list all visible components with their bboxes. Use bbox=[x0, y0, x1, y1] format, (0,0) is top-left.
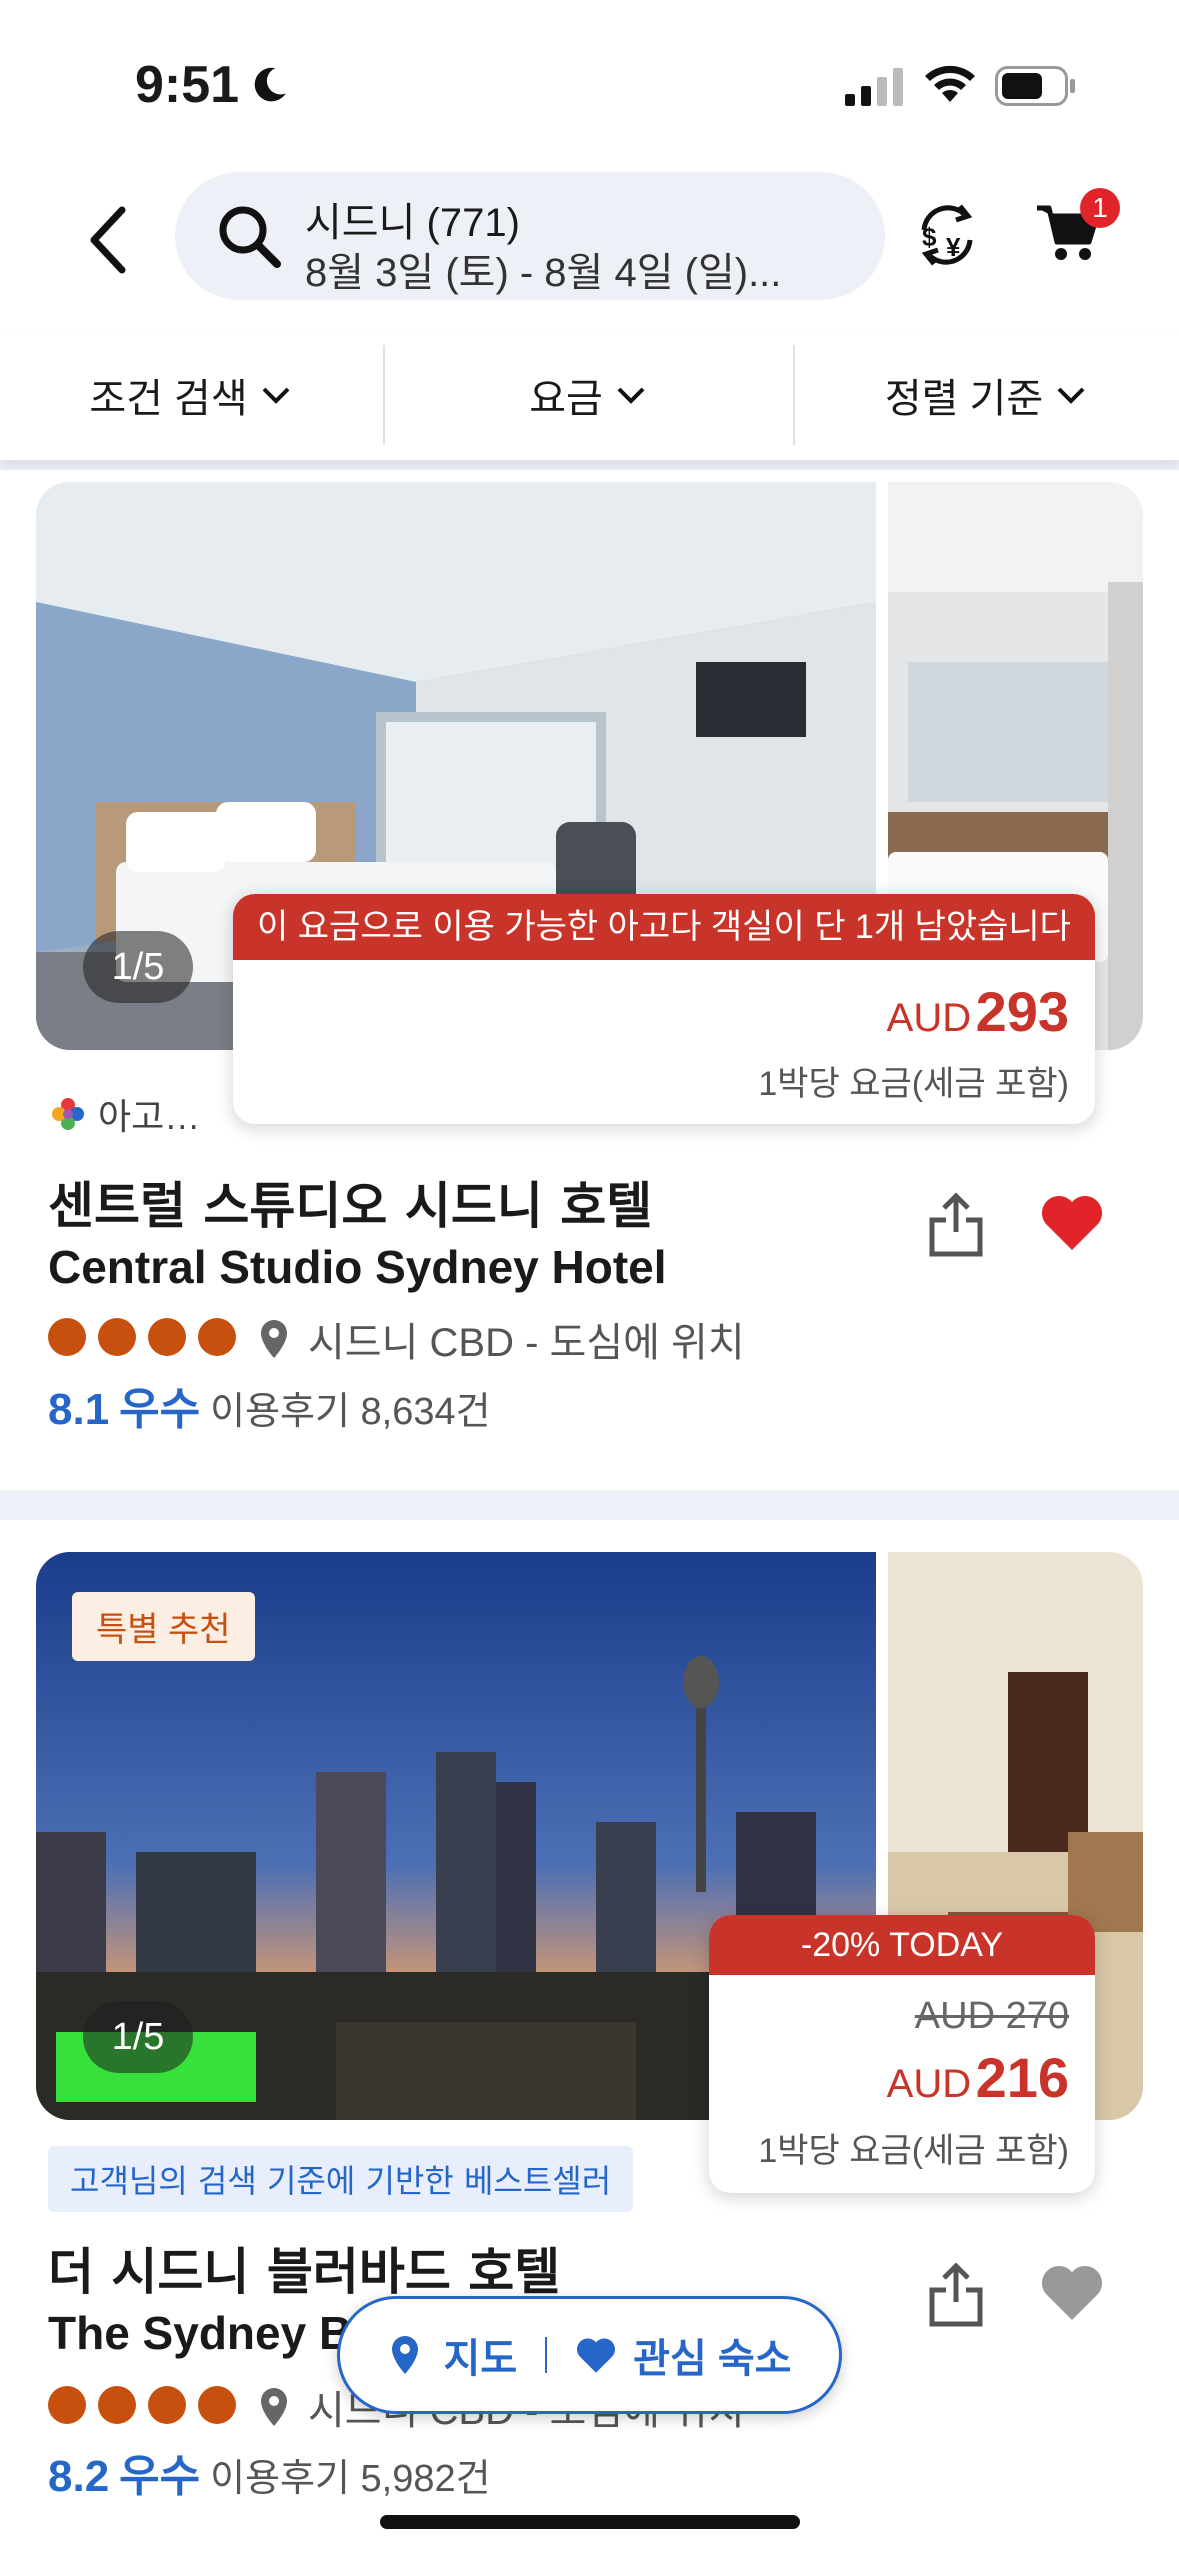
discount-banner: -20% TODAY bbox=[709, 1915, 1095, 1975]
star-icon bbox=[148, 1318, 186, 1356]
chevron-down-icon bbox=[617, 387, 645, 404]
review-score: 8.2 bbox=[48, 2452, 110, 2501]
search-header: 시드니 (771) 8월 3일 (토) - 8월 4일 (일)... $ ¥ 1 bbox=[0, 150, 1179, 330]
per-night-note: 1박당 요금(세금 포함) bbox=[758, 1065, 1069, 1103]
review-rating[interactable]: 8.2 우수 이용후기 5,982건 bbox=[48, 2440, 491, 2504]
source-label: 아고… bbox=[48, 1088, 200, 1140]
star-rating bbox=[48, 2386, 236, 2424]
hotel-card[interactable]: 1/5 이 요금으로 이용 가능한 아고다 객실이 단 1개 남았습니다 AUD… bbox=[0, 470, 1179, 1490]
agoda-logo-icon bbox=[52, 1098, 84, 1130]
price: AUD 293 bbox=[887, 979, 1069, 1044]
wifi-icon bbox=[925, 65, 975, 102]
star-icon bbox=[48, 1318, 86, 1356]
cart-badge: 1 bbox=[1080, 188, 1120, 228]
price: AUD 216 bbox=[887, 2045, 1069, 2110]
heart-icon bbox=[577, 2338, 616, 2373]
price-amount: 293 bbox=[975, 980, 1069, 1043]
filter-bar: 조건 검색 요금 정렬 기준 bbox=[0, 330, 1179, 460]
heart-icon[interactable] bbox=[1040, 1192, 1104, 1252]
source-text: 아고… bbox=[98, 1096, 201, 1137]
moon-icon bbox=[254, 67, 286, 102]
star-icon bbox=[148, 2386, 186, 2424]
sort-label: 정렬 기준 bbox=[884, 377, 1044, 421]
location-pin-icon bbox=[261, 2388, 287, 2426]
currency-exchange-icon[interactable]: $ ¥ bbox=[912, 200, 982, 270]
price-currency: AUD bbox=[886, 996, 972, 1040]
review-count: 이용후기 5,982건 bbox=[210, 2458, 491, 2500]
filter-conditions-button[interactable]: 조건 검색 bbox=[0, 330, 383, 460]
back-arrow-icon[interactable] bbox=[80, 200, 140, 280]
map-pin-icon bbox=[391, 2336, 418, 2374]
location-pin-icon bbox=[261, 1320, 287, 1358]
photo-counter: 1/5 bbox=[83, 931, 193, 1003]
hotel-name-ko[interactable]: 더 시드니 블러바드 호텔 bbox=[48, 2232, 560, 2304]
location-text: 시드니 CBD - 도심에 위치 bbox=[308, 1321, 745, 1365]
photo-counter: 1/5 bbox=[83, 2001, 193, 2073]
search-bar[interactable]: 시드니 (771) 8월 3일 (토) - 8월 4일 (일)... bbox=[175, 172, 885, 300]
map-favorites-pill: 지도 관심 숙소 bbox=[337, 2296, 842, 2414]
star-icon bbox=[198, 2386, 236, 2424]
availability-banner: 이 요금으로 이용 가능한 아고다 객실이 단 1개 남았습니다 bbox=[233, 894, 1095, 960]
favorites-button[interactable]: 관심 숙소 bbox=[633, 2326, 791, 2384]
hotel-name-ko[interactable]: 센트럴 스튜디오 시드니 호텔 bbox=[48, 1166, 652, 1238]
filter-price-label: 요금 bbox=[529, 377, 603, 421]
price-currency: AUD bbox=[886, 2062, 972, 2106]
review-score: 8.1 bbox=[48, 1385, 110, 1434]
review-rating[interactable]: 8.1 우수 이용후기 8,634건 bbox=[48, 1373, 491, 1437]
star-icon bbox=[98, 2386, 136, 2424]
status-time: 9:51 bbox=[135, 56, 240, 114]
home-indicator bbox=[380, 2515, 800, 2529]
search-icon bbox=[219, 206, 281, 268]
review-label: 우수 bbox=[119, 1385, 201, 1434]
original-price: AUD 270 bbox=[914, 1995, 1069, 2037]
share-icon[interactable] bbox=[926, 1192, 986, 1258]
filter-price-button[interactable]: 요금 bbox=[385, 330, 793, 460]
share-icon[interactable] bbox=[926, 2262, 986, 2328]
divider bbox=[545, 2337, 548, 2373]
svg-text:$: $ bbox=[922, 222, 937, 252]
price-box[interactable]: 이 요금으로 이용 가능한 아고다 객실이 단 1개 남았습니다 AUD 293… bbox=[233, 894, 1095, 1124]
sort-button[interactable]: 정렬 기준 bbox=[795, 330, 1179, 460]
special-recommendation-tag: 특별 추천 bbox=[72, 1592, 255, 1661]
filter-conditions-label: 조건 검색 bbox=[89, 377, 248, 421]
hotel-name-en[interactable]: Central Studio Sydney Hotel bbox=[48, 1240, 667, 1294]
svg-text:¥: ¥ bbox=[946, 232, 961, 262]
map-button[interactable]: 지도 bbox=[444, 2326, 518, 2384]
battery-icon bbox=[995, 66, 1075, 106]
review-count: 이용후기 8,634건 bbox=[210, 1391, 491, 1433]
status-bar: 9:51 bbox=[0, 0, 1179, 150]
location: 시드니 CBD - 도심에 위치 bbox=[258, 1310, 745, 1368]
price-box[interactable]: -20% TODAY AUD 270 AUD 216 1박당 요금(세금 포함) bbox=[709, 1915, 1095, 2193]
heart-outline-icon[interactable] bbox=[1040, 2262, 1104, 2322]
chevron-down-icon bbox=[262, 387, 290, 404]
signal-icon bbox=[845, 68, 903, 106]
price-amount: 216 bbox=[975, 2046, 1069, 2109]
bestseller-badge: 고객님의 검색 기준에 기반한 베스트셀러 bbox=[48, 2146, 634, 2212]
review-label: 우수 bbox=[119, 2452, 201, 2501]
star-rating bbox=[48, 1318, 236, 1356]
star-icon bbox=[48, 2386, 86, 2424]
star-icon bbox=[198, 1318, 236, 1356]
per-night-note: 1박당 요금(세금 포함) bbox=[758, 2132, 1069, 2170]
chevron-down-icon bbox=[1057, 387, 1085, 404]
search-dates: 8월 3일 (토) - 8월 4일 (일)... bbox=[305, 251, 782, 295]
star-icon bbox=[98, 1318, 136, 1356]
